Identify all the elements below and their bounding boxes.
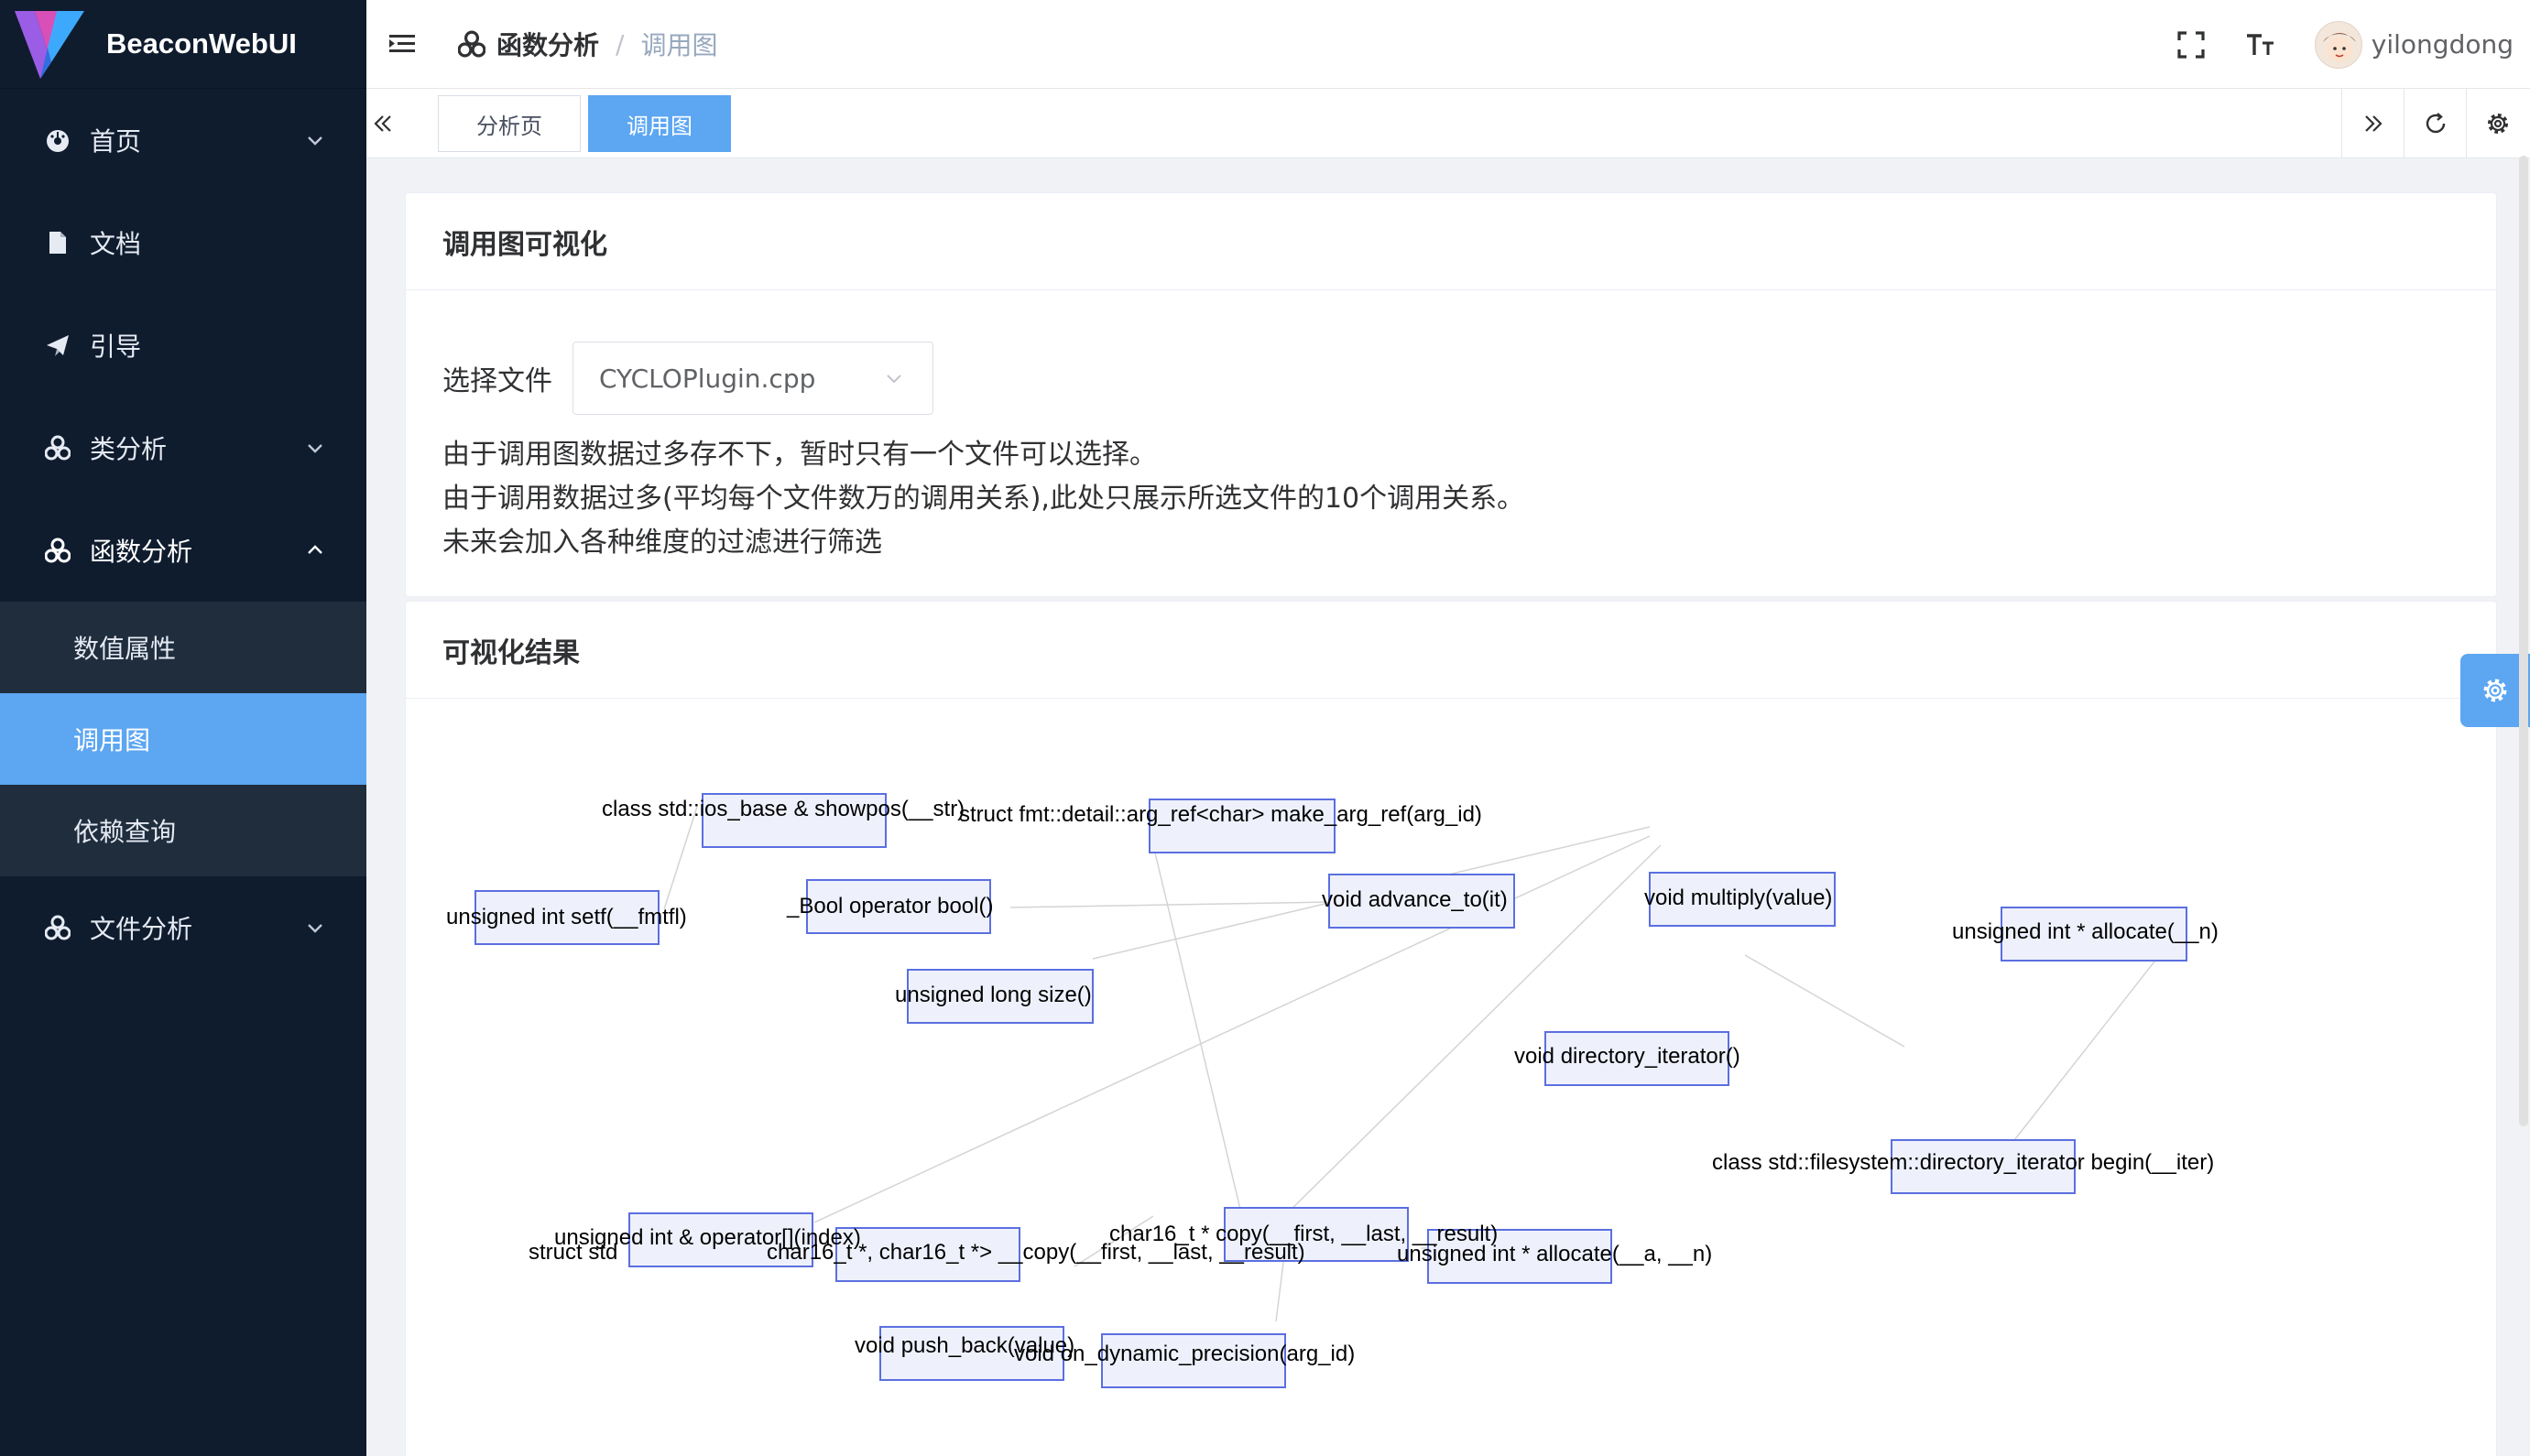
note-line: 由于调用图数据过多存不下，暂时只有一个文件可以选择。 xyxy=(442,439,1157,471)
gear-icon xyxy=(2487,114,2508,134)
font-size-icon[interactable] xyxy=(2245,29,2276,60)
file-selector-row: 选择文件 CYCLOPlugin.cpp xyxy=(442,342,933,415)
sidebar-item-guide[interactable]: 引导 xyxy=(0,294,366,397)
tag-analysis-page[interactable]: 分析页 xyxy=(438,95,581,152)
sidebar-subitem-numeric-properties[interactable]: 数值属性 xyxy=(0,602,366,693)
cluster-icon xyxy=(44,537,71,564)
chevron-down-icon xyxy=(308,924,322,933)
fullscreen-icon[interactable] xyxy=(2176,29,2207,60)
double-chevron-left-icon xyxy=(374,115,391,132)
scroll-left-button[interactable] xyxy=(366,89,399,158)
sidebar-item-label: 函数分析 xyxy=(90,537,193,567)
scrollbar[interactable] xyxy=(2519,156,2528,1126)
graph-nodes xyxy=(474,793,2187,1388)
sidebar-item-home[interactable]: 首页 xyxy=(0,89,366,191)
sidebar-item-label: 类分析 xyxy=(90,434,168,464)
graph-node-label: unsigned int * allocate(__a, __n) xyxy=(1397,1242,1712,1266)
avatar[interactable] xyxy=(2314,20,2362,69)
sidebar-item-docs[interactable]: 文档 xyxy=(0,191,366,294)
breadcrumb-parent[interactable]: 函数分析 xyxy=(496,26,599,62)
file-select[interactable]: CYCLOPlugin.cpp xyxy=(573,342,933,415)
double-chevron-right-icon xyxy=(2364,115,2383,132)
sidebar-item-label: 引导 xyxy=(90,331,142,362)
gear-icon xyxy=(2483,679,2507,702)
graph-node-label: class std::filesystem::directory_iterato… xyxy=(1712,1150,2214,1175)
breadcrumb-separator: / xyxy=(616,28,625,60)
chevron-down-icon xyxy=(887,375,901,384)
call-graph[interactable]: class std::ios_base & showpos(__str) str… xyxy=(406,699,2496,1455)
cluster-icon xyxy=(458,30,485,58)
cluster-icon xyxy=(44,914,71,941)
hamburger-icon[interactable] xyxy=(387,28,418,60)
sidebar-item-label: 首页 xyxy=(90,126,142,157)
graph-node-label: void directory_iterator() xyxy=(1514,1044,1740,1069)
card-title: 可视化结果 xyxy=(406,602,2496,699)
scroll-right-button[interactable] xyxy=(2341,89,2404,158)
logo-icon xyxy=(15,11,84,79)
note-line: 由于调用数据过多(平均每个文件数万的调用关系),此处只展示所选文件的10个调用关… xyxy=(442,483,1525,515)
document-icon xyxy=(44,229,71,256)
chevron-down-icon xyxy=(308,444,322,453)
graph-node-label: _Bool operator bool() xyxy=(786,894,993,918)
notes: 由于调用图数据过多存不下，暂时只有一个文件可以选择。 由于调用数据过多(平均每个… xyxy=(442,433,1524,565)
chevron-down-icon xyxy=(308,136,322,146)
graph-node-label: void multiply(value) xyxy=(1644,886,1832,910)
guide-icon xyxy=(44,331,71,359)
sidebar-item-label: 文档 xyxy=(90,229,142,259)
sidebar-item-function-analysis[interactable]: 函数分析 xyxy=(0,499,366,602)
chevron-up-icon xyxy=(308,545,322,554)
sidebar-subitem-call-graph[interactable]: 调用图 xyxy=(0,693,366,785)
breadcrumb: 函数分析 / 调用图 xyxy=(458,26,717,62)
graph-node-label: unsigned int * allocate(__n) xyxy=(1952,919,2219,944)
refresh-icon xyxy=(2426,113,2445,134)
submenu-function-analysis: 数值属性 调用图 依赖查询 xyxy=(0,602,366,876)
graph-node-label: void on_dynamic_precision(arg_id) xyxy=(1014,1342,1355,1366)
sidebar-subitem-dependency-query[interactable]: 依赖查询 xyxy=(0,785,366,876)
brand[interactable]: BeaconWebUI xyxy=(0,0,366,89)
graph-node-label: void advance_to(it) xyxy=(1322,887,1508,912)
card-call-graph-visualization: 调用图可视化 选择文件 CYCLOPlugin.cpp 由于调用图数据过多存不下… xyxy=(405,192,2497,597)
graph-node-label: unsigned int setf(__fmtfl) xyxy=(446,905,687,929)
card-visualization-result: 可视化结果 class std::ios_base & showpos(__st… xyxy=(405,601,2497,1456)
navbar: 函数分析 / 调用图 yilongdong xyxy=(366,0,2530,89)
app-title: BeaconWebUI xyxy=(106,27,297,60)
refresh-button[interactable] xyxy=(2404,89,2466,158)
card-title: 调用图可视化 xyxy=(406,193,2496,290)
sidebar: BeaconWebUI 首页 文档 引导 类分析 函数分析 数值属性 调用图 依… xyxy=(0,0,366,1456)
note-line: 未来会加入各种维度的过滤进行筛选 xyxy=(442,527,882,559)
settings-button[interactable] xyxy=(2466,89,2528,158)
sidebar-item-class-analysis[interactable]: 类分析 xyxy=(0,397,366,499)
graph-node-label: class std::ios_base & showpos(__str) xyxy=(602,797,965,821)
graph-node-label: struct fmt::detail::arg_ref<char> make_a… xyxy=(959,802,1482,827)
file-select-label: 选择文件 xyxy=(442,365,552,397)
sidebar-item-label: 文件分析 xyxy=(90,914,193,944)
file-select-value: CYCLOPlugin.cpp xyxy=(599,363,816,394)
cluster-icon xyxy=(44,434,71,462)
navbar-right: yilongdong xyxy=(2176,0,2514,89)
dashboard-icon xyxy=(44,126,71,154)
tag-call-graph[interactable]: 调用图 xyxy=(588,95,731,152)
graph-node-label: unsigned long size() xyxy=(895,983,1092,1007)
tags-view: 分析页 调用图 xyxy=(366,89,2530,158)
username[interactable]: yilongdong xyxy=(2372,29,2514,60)
graph-node-label: struct std xyxy=(529,1240,617,1265)
sidebar-item-file-analysis[interactable]: 文件分析 xyxy=(0,876,366,979)
breadcrumb-current: 调用图 xyxy=(640,30,718,60)
